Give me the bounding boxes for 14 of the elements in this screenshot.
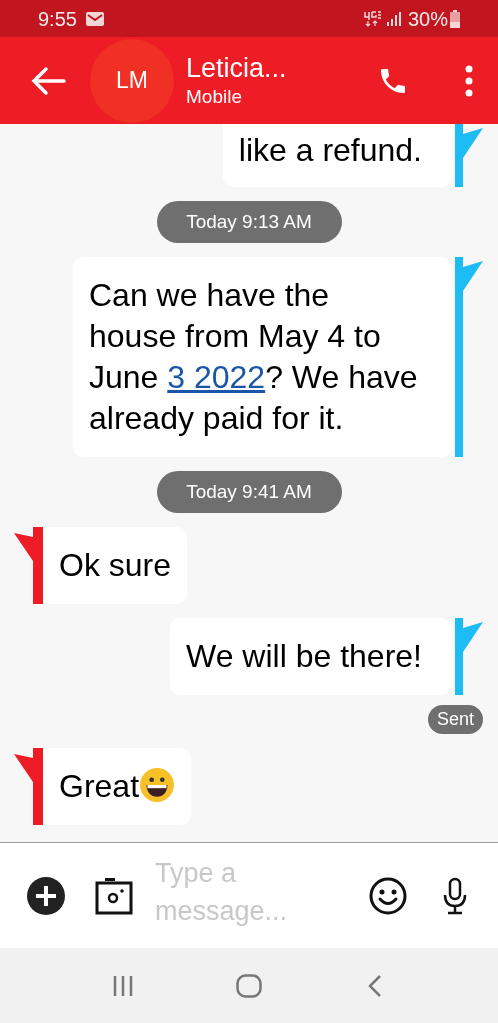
date-link[interactable]: 3 2022 xyxy=(167,359,266,395)
sent-status: Sent xyxy=(427,705,483,734)
contact-avatar[interactable]: LM xyxy=(90,38,174,123)
battery-percent: 30% xyxy=(407,6,448,32)
contact-name[interactable]: Leticia... xyxy=(186,51,287,84)
message-text: Ok sure xyxy=(59,547,172,583)
message-text: Can we have the house from May 4 to June 3 2022? We have already paid for it. xyxy=(89,277,418,436)
timestamp-pill: Today 9:13 AM xyxy=(156,201,342,243)
message-text: like a refund. xyxy=(238,132,422,168)
status-time: 9:55 xyxy=(38,6,77,32)
message-text: Great xyxy=(59,768,140,804)
contact-subtitle: Mobile xyxy=(186,84,243,109)
timestamp-pill: Today 9:41 AM xyxy=(156,471,342,513)
message-text: We will be there! xyxy=(186,638,422,674)
